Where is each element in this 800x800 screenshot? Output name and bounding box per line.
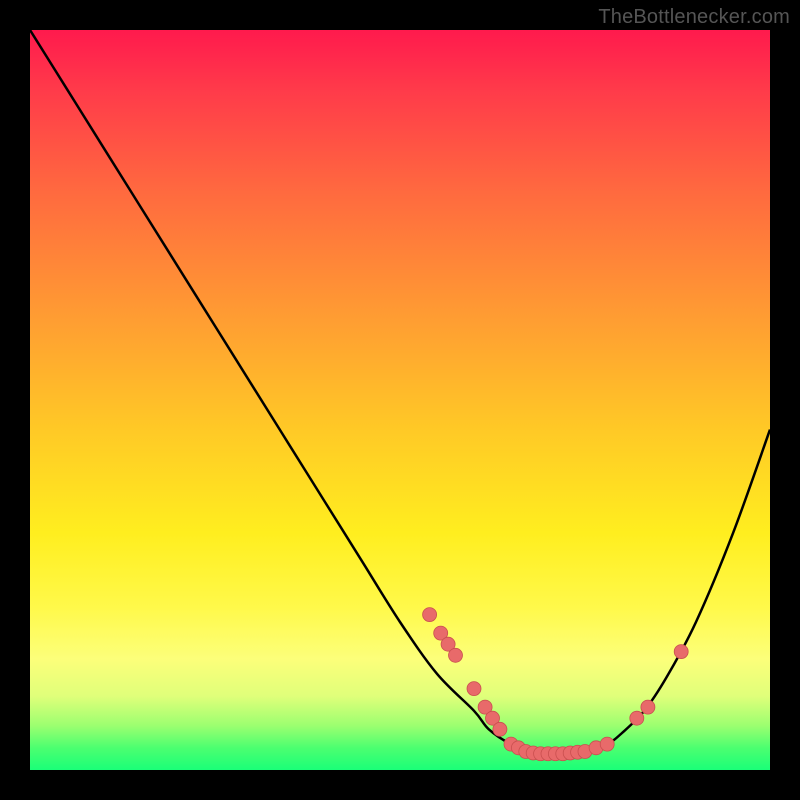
attribution-label: TheBottleneсker.com [598,6,790,29]
chart-plot-area [30,30,770,770]
